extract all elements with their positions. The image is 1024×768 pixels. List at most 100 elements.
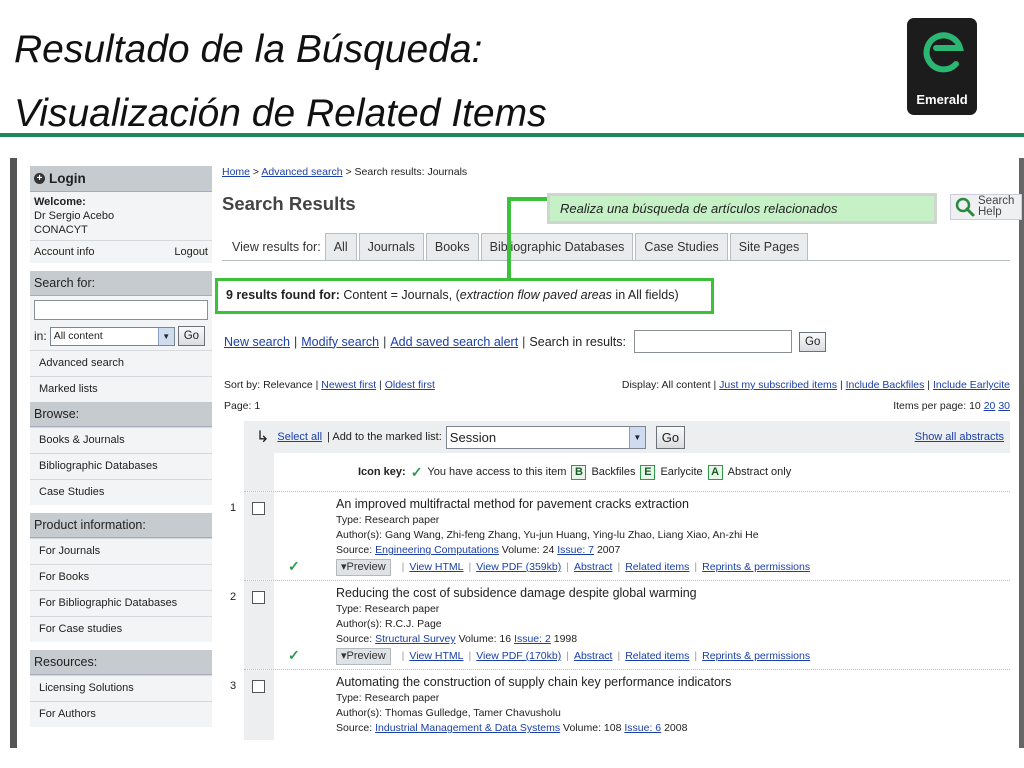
account-info-link[interactable]: Account info: [34, 246, 95, 258]
related-items-link[interactable]: Related items: [625, 649, 689, 664]
result-type: Type: Research paper: [336, 514, 440, 526]
just-subscribed-link[interactable]: Just my subscribed items: [719, 379, 837, 391]
search-in-results-go-button[interactable]: Go: [799, 331, 827, 352]
result-issue-link[interactable]: Issue: 7: [557, 544, 594, 556]
frame-edge: [1019, 158, 1024, 748]
sidebar-go-button[interactable]: Go: [177, 326, 206, 346]
tab-bibliographic-databases[interactable]: Bibliographic Databases: [480, 233, 634, 260]
abstract-link[interactable]: Abstract: [574, 649, 613, 664]
sidebar-item-books-journals[interactable]: Books & Journals: [30, 427, 212, 453]
breadcrumb-current: Search results: Journals: [354, 166, 468, 178]
access-checkmark-icon: ✓: [288, 647, 300, 663]
sidebar-item-licensing-solutions[interactable]: Licensing Solutions: [30, 675, 212, 701]
sort-oldest-link[interactable]: Oldest first: [385, 379, 435, 391]
search-actions: New search | Modify search | Add saved s…: [224, 330, 827, 353]
result-source-link[interactable]: Structural Survey: [375, 633, 456, 645]
icon-key: Icon key: ✓ You have access to this item…: [244, 453, 1010, 491]
result-checkbox[interactable]: [252, 502, 265, 515]
browse-header: Browse:: [30, 402, 212, 427]
result-source-link[interactable]: Engineering Computations: [375, 544, 499, 556]
logout-link[interactable]: Logout: [174, 246, 208, 258]
plus-circle-icon: +: [34, 173, 45, 184]
breadcrumb-sep: >: [342, 166, 355, 178]
marked-list-value: Session: [449, 429, 497, 445]
key-access-label: You have access to this item: [427, 466, 567, 478]
show-all-abstracts-link[interactable]: Show all abstracts: [915, 431, 1004, 443]
results-found-summary: 9 results found for: Content = Journals,…: [215, 278, 714, 314]
login-header[interactable]: + Login: [30, 166, 212, 192]
view-pdf-link[interactable]: View PDF (170kb): [476, 649, 561, 664]
include-earlycite-link[interactable]: Include Earlycite: [933, 379, 1010, 391]
sidebar-item-for-bibliographic-databases[interactable]: For Bibliographic Databases: [30, 590, 212, 616]
tabs-divider: [222, 260, 1010, 261]
abstract-link[interactable]: Abstract: [574, 560, 613, 575]
results-toolbar: ↳ Select all | Add to the marked list: S…: [244, 421, 1010, 453]
sidebar-item-for-authors[interactable]: For Authors: [30, 701, 212, 727]
marked-lists-link[interactable]: Marked lists: [30, 376, 212, 402]
query-fields: in All fields): [611, 288, 679, 302]
per-page-30-link[interactable]: 30: [998, 400, 1010, 412]
add-saved-search-alert-link[interactable]: Add saved search alert: [390, 335, 518, 349]
result-title[interactable]: Automating the construction of supply ch…: [336, 674, 731, 691]
reprints-permissions-link[interactable]: Reprints & permissions: [702, 649, 810, 664]
search-for-header: Search for:: [30, 271, 212, 296]
pagination-row: Page: 1 Items per page: 10 20 30: [224, 400, 1010, 412]
related-items-link[interactable]: Related items: [625, 560, 689, 575]
result-title[interactable]: An improved multifractal method for pave…: [336, 496, 810, 513]
result-checkbox[interactable]: [252, 591, 265, 604]
marked-list-select[interactable]: Session ▼: [445, 425, 646, 449]
tab-case-studies[interactable]: Case Studies: [635, 233, 728, 260]
result-issue-link[interactable]: Issue: 2: [514, 633, 551, 645]
view-pdf-link[interactable]: View PDF (359kb): [476, 560, 561, 575]
search-in-results-input[interactable]: [634, 330, 792, 353]
main-content: Home > Advanced search > Search results:…: [215, 166, 1022, 740]
add-marked-list-label: | Add to the marked list:: [327, 431, 442, 443]
sort-newest-link[interactable]: Newest first: [321, 379, 376, 391]
breadcrumb: Home > Advanced search > Search results:…: [222, 166, 1012, 178]
modify-search-link[interactable]: Modify search: [301, 335, 379, 349]
source-label: Source:: [336, 544, 373, 556]
per-page-20-link[interactable]: 20: [984, 400, 996, 412]
slide-title: Resultado de la Búsqueda: Visualización …: [14, 18, 894, 146]
include-backfiles-link[interactable]: Include Backfiles: [846, 379, 925, 391]
result-issue-link[interactable]: Issue: 6: [624, 722, 661, 734]
sidebar-item-for-books[interactable]: For Books: [30, 564, 212, 590]
new-search-link[interactable]: New search: [224, 335, 290, 349]
tab-books[interactable]: Books: [425, 233, 479, 260]
sidebar-search-input[interactable]: [34, 300, 208, 320]
marked-list-go-button[interactable]: Go: [655, 425, 686, 449]
query-terms: extraction flow paved areas: [459, 288, 612, 302]
sidebar-item-for-journals[interactable]: For Journals: [30, 538, 212, 564]
sidebar-item-for-case-studies[interactable]: For Case studies: [30, 616, 212, 642]
result-tabs: View results for: All Journals Books Bib…: [228, 233, 810, 260]
preview-button[interactable]: ▾Preview: [336, 648, 391, 665]
sidebar-item-bibliographic-databases[interactable]: Bibliographic Databases: [30, 453, 212, 479]
abstract-only-badge-icon: A: [707, 464, 723, 480]
search-scope-select[interactable]: All content ▼: [49, 326, 175, 346]
title-rule: [0, 133, 1024, 137]
view-html-link[interactable]: View HTML: [409, 649, 463, 664]
tab-all[interactable]: All: [324, 233, 357, 260]
tab-site-pages[interactable]: Site Pages: [729, 233, 809, 260]
result-source-link[interactable]: Industrial Management & Data Systems: [375, 722, 560, 734]
breadcrumb-home[interactable]: Home: [222, 166, 250, 178]
breadcrumb-advanced-search[interactable]: Advanced search: [261, 166, 342, 178]
breadcrumb-sep: >: [250, 166, 262, 178]
result-row: 3 Automating the construction of supply …: [230, 669, 1010, 740]
result-checkbox[interactable]: [252, 680, 265, 693]
result-volume: Volume: 24: [501, 544, 555, 556]
sidebar-item-case-studies[interactable]: Case Studies: [30, 479, 212, 505]
search-help-button[interactable]: Search Help: [950, 194, 1022, 220]
source-label: Source:: [336, 722, 373, 734]
view-html-link[interactable]: View HTML: [409, 560, 463, 575]
select-all-link[interactable]: Select all: [277, 431, 322, 443]
resources-header: Resources:: [30, 650, 212, 675]
results-count: 9 results found for:: [226, 288, 340, 302]
result-title[interactable]: Reducing the cost of subsidence damage d…: [336, 585, 810, 602]
sidebar: + Login Welcome: Dr Sergio Acebo CONACYT…: [30, 166, 212, 727]
tab-journals[interactable]: Journals: [358, 233, 424, 260]
reprints-permissions-link[interactable]: Reprints & permissions: [702, 560, 810, 575]
page-indicator: Page: 1: [224, 400, 261, 412]
advanced-search-link[interactable]: Advanced search: [30, 350, 212, 376]
preview-button[interactable]: ▾Preview: [336, 559, 391, 576]
